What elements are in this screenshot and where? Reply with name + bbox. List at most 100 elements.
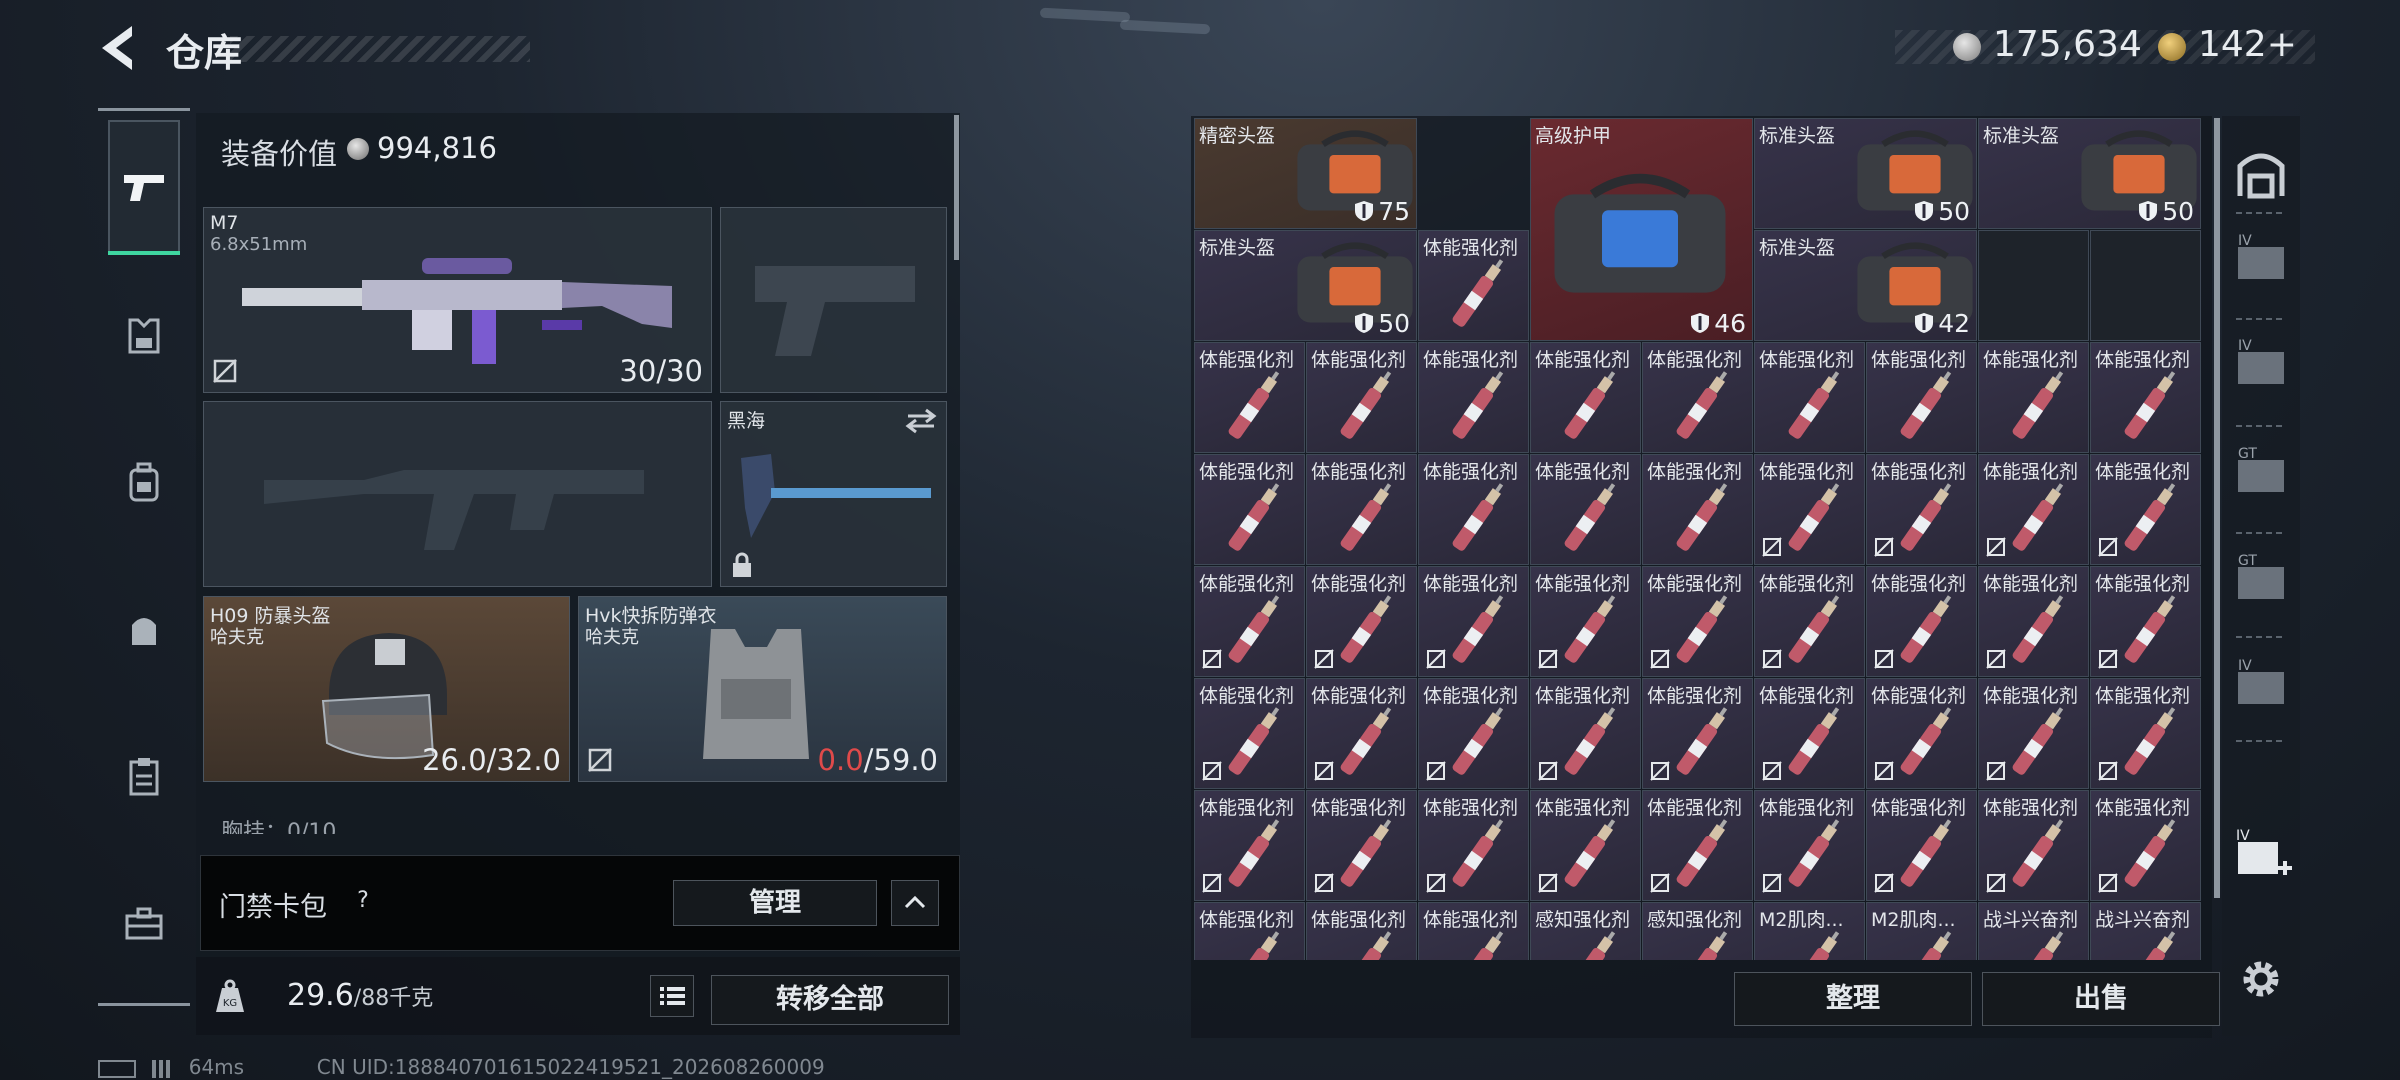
storage-item[interactable]: 体能强化剂 <box>1978 454 2089 565</box>
uninsured-icon <box>1874 761 1894 781</box>
storage-item[interactable]: 体能强化剂 <box>1530 790 1641 901</box>
category-backpack[interactable] <box>108 447 180 519</box>
storage-tab-1[interactable]: IV <box>2226 225 2296 295</box>
storage-item[interactable]: 体能强化剂 <box>2090 342 2201 453</box>
storage-item[interactable]: 体能强化剂 <box>1306 342 1417 453</box>
storage-item[interactable]: 体能强化剂 <box>1306 454 1417 565</box>
armor-slot[interactable]: Hvk快拆防弹衣 哈夫克 0.0/59.0 <box>578 596 947 782</box>
storage-item[interactable]: 体能强化剂 <box>2090 566 2201 677</box>
storage-item[interactable]: 体能强化剂 <box>1194 902 1305 960</box>
storage-item[interactable]: 体能强化剂 <box>1194 566 1305 677</box>
manage-button[interactable]: 管理 <box>673 880 877 926</box>
category-rig[interactable] <box>108 741 180 813</box>
category-weapons[interactable] <box>108 120 180 255</box>
storage-item[interactable]: M2肌肉... <box>1866 902 1977 960</box>
storage-item[interactable]: 体能强化剂 <box>1866 566 1977 677</box>
premium-currency-balance[interactable]: 142+ <box>2198 24 2297 65</box>
primary-weapon-slot-2[interactable] <box>203 401 712 587</box>
storage-item[interactable]: 体能强化剂 <box>1530 566 1641 677</box>
storage-item[interactable]: 体能强化剂 <box>1530 342 1641 453</box>
storage-item[interactable]: 体能强化剂 <box>1306 566 1417 677</box>
storage-item[interactable]: 体能强化剂 <box>1754 678 1865 789</box>
storage-item[interactable]: 体能强化剂 <box>1754 566 1865 677</box>
collapse-button[interactable] <box>891 880 939 926</box>
storage-gear-item[interactable]: 标准头盔 42 <box>1754 230 1977 341</box>
storage-gear-item[interactable]: 标准头盔 50 <box>1978 118 2201 229</box>
storage-item[interactable]: 体能强化剂 <box>1642 566 1753 677</box>
storage-gear-item[interactable]: 标准头盔 50 <box>1754 118 1977 229</box>
storage-item[interactable]: 体能强化剂 <box>1866 454 1977 565</box>
storage-tab-5[interactable]: IV <box>2226 650 2296 720</box>
empty-slot[interactable] <box>1978 230 2089 341</box>
storage-item[interactable]: 体能强化剂 <box>1194 790 1305 901</box>
storage-item[interactable]: M2肌肉... <box>1754 902 1865 960</box>
melee-slot[interactable]: 黑海 <box>720 401 947 587</box>
storage-item[interactable]: 体能强化剂 <box>1418 566 1529 677</box>
add-storage-button[interactable]: IV <box>2226 820 2296 890</box>
empty-slot[interactable] <box>2090 230 2201 341</box>
storage-item[interactable]: 体能强化剂 <box>1754 342 1865 453</box>
helmet-slot[interactable]: H09 防暴头盔 哈夫克 26.0/32.0 <box>203 596 570 782</box>
storage-item[interactable]: 体能强化剂 <box>1194 678 1305 789</box>
storage-item[interactable]: 体能强化剂 <box>1306 678 1417 789</box>
storage-item[interactable]: 体能强化剂 <box>1754 454 1865 565</box>
help-icon[interactable]: ? <box>350 888 376 914</box>
syringe-icon <box>1564 483 1616 551</box>
category-case[interactable] <box>108 888 180 960</box>
storage-gear-item[interactable]: 精密头盔 75 <box>1194 118 1417 229</box>
storage-item[interactable]: 体能强化剂 <box>1306 902 1417 960</box>
storage-item[interactable]: 战斗兴奋剂 <box>1978 902 2089 960</box>
storage-item[interactable]: 体能强化剂 <box>2090 790 2201 901</box>
settings-button[interactable] <box>2226 944 2296 1014</box>
storage-item[interactable]: 体能强化剂 <box>1866 678 1977 789</box>
sort-button[interactable]: 整理 <box>1734 972 1972 1026</box>
storage-item[interactable]: 体能强化剂 <box>1754 790 1865 901</box>
storage-tab-2[interactable]: IV <box>2226 330 2296 400</box>
pistol-silhouette-icon <box>755 266 915 356</box>
storage-item[interactable]: 体能强化剂 <box>1642 790 1753 901</box>
loadout-scrollbar[interactable] <box>954 115 959 260</box>
category-pouch[interactable] <box>108 594 180 666</box>
back-button[interactable] <box>96 22 144 74</box>
storage-item[interactable]: 体能强化剂 <box>1642 342 1753 453</box>
storage-item[interactable]: 体能强化剂 <box>1418 230 1529 341</box>
storage-item[interactable]: 体能强化剂 <box>1306 790 1417 901</box>
sell-button[interactable]: 出售 <box>1982 972 2220 1026</box>
list-view-button[interactable] <box>650 975 694 1017</box>
storage-item[interactable]: 体能强化剂 <box>1866 790 1977 901</box>
storage-item[interactable]: 体能强化剂 <box>1978 566 2089 677</box>
storage-item[interactable]: 体能强化剂 <box>1978 342 2089 453</box>
chest-rig-label[interactable]: 胸挂：0/10 <box>221 814 336 834</box>
storage-tab-3[interactable]: GT <box>2226 438 2296 508</box>
secondary-weapon-slot[interactable] <box>720 207 947 393</box>
storage-tab-all[interactable] <box>2226 140 2296 210</box>
storage-item[interactable]: 体能强化剂 <box>1418 678 1529 789</box>
storage-item[interactable]: 体能强化剂 <box>2090 678 2201 789</box>
storage-item[interactable]: 体能强化剂 <box>1530 678 1641 789</box>
storage-gear-item[interactable]: 标准头盔 50 <box>1194 230 1417 341</box>
transfer-all-button[interactable]: 转移全部 <box>711 975 949 1025</box>
storage-item[interactable]: 体能强化剂 <box>1194 342 1305 453</box>
storage-item[interactable]: 体能强化剂 <box>1418 902 1529 960</box>
category-armor[interactable] <box>108 300 180 372</box>
storage-item[interactable]: 体能强化剂 <box>2090 454 2201 565</box>
storage-item[interactable]: 体能强化剂 <box>1418 454 1529 565</box>
ammo-count: 30/30 <box>619 354 703 388</box>
storage-gear-item[interactable]: 高级护甲 46 <box>1530 118 1753 341</box>
storage-item[interactable]: 体能强化剂 <box>1418 790 1529 901</box>
storage-item[interactable]: 感知强化剂 <box>1642 902 1753 960</box>
storage-scrollbar[interactable] <box>2214 118 2220 898</box>
storage-item[interactable]: 战斗兴奋剂 <box>2090 902 2201 960</box>
primary-weapon-slot[interactable]: M7 6.8x51mm 30/30 <box>203 207 712 393</box>
storage-tab-4[interactable]: GT <box>2226 545 2296 615</box>
storage-item[interactable]: 体能强化剂 <box>1642 454 1753 565</box>
storage-item[interactable]: 体能强化剂 <box>1530 454 1641 565</box>
armor-level: 75 <box>1354 197 1410 226</box>
storage-item[interactable]: 体能强化剂 <box>1866 342 1977 453</box>
storage-item[interactable]: 体能强化剂 <box>1978 790 2089 901</box>
storage-item[interactable]: 感知强化剂 <box>1530 902 1641 960</box>
storage-item[interactable]: 体能强化剂 <box>1642 678 1753 789</box>
storage-item[interactable]: 体能强化剂 <box>1978 678 2089 789</box>
storage-item[interactable]: 体能强化剂 <box>1418 342 1529 453</box>
storage-item[interactable]: 体能强化剂 <box>1194 454 1305 565</box>
